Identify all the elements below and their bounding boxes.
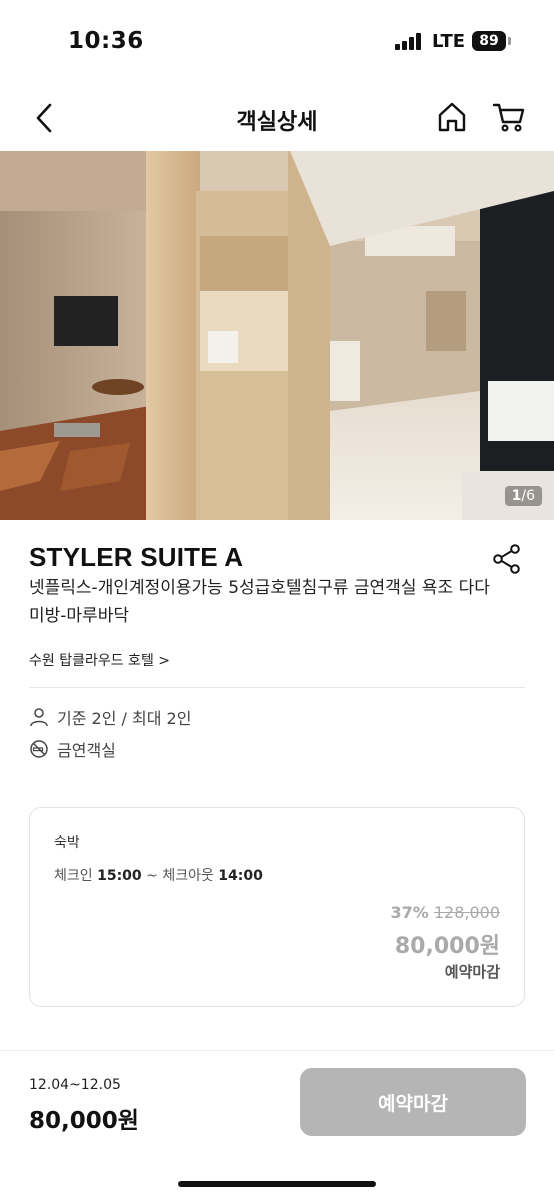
status-time: 10:36	[68, 28, 144, 54]
hotel-link[interactable]: 수원 탑클라우드 호텔 >	[29, 650, 170, 670]
gallery-counter: 1/6	[504, 486, 542, 506]
room-name: STYLER SUITE A	[29, 542, 244, 572]
stay-type: 숙박	[54, 835, 80, 851]
person-icon	[30, 708, 48, 727]
room-photo-gallery[interactable]: 1/6	[0, 151, 554, 520]
discount-row: 37% 128,000	[390, 903, 500, 922]
bottom-booking-bar: 12.04~12.05 80,000원 예약마감	[0, 1050, 554, 1200]
room-photo	[0, 151, 554, 520]
booking-status: 예약마감	[444, 963, 500, 981]
capacity-row: 기준 2인 / 최대 2인	[29, 705, 191, 729]
reserve-button[interactable]: 예약마감	[300, 1068, 526, 1136]
room-description: 넷플릭스-개인계정이용가능 5성급호텔침구류 금연객실 욕조 다다미방-마루바닥	[29, 578, 490, 626]
checkin-checkout-times: 체크인 15:00 ~ 체크아웃 14:00	[54, 868, 263, 884]
cart-icon[interactable]	[492, 100, 526, 134]
original-price: 128,000	[433, 903, 500, 922]
home-indicator	[178, 1181, 376, 1187]
signal-icon	[395, 33, 423, 50]
status-bar: 10:36 LTE 89	[0, 0, 554, 80]
share-icon[interactable]	[492, 543, 522, 575]
network-label: LTE	[432, 31, 466, 52]
divider	[29, 687, 525, 688]
no-smoking-text: 금연객실	[57, 741, 116, 760]
stay-option-card[interactable]: 숙박 체크인 15:00 ~ 체크아웃 14:00 37% 128,000 80…	[29, 807, 525, 1007]
total-price: 80,000원	[29, 1108, 139, 1134]
page-title: 객실상세	[236, 110, 318, 135]
stay-price: 80,000원	[394, 934, 500, 959]
stay-dates: 12.04~12.05	[29, 1077, 121, 1093]
no-smoking-icon	[30, 740, 48, 758]
capacity-text: 기준 2인 / 최대 2인	[57, 709, 192, 728]
top-nav: 객실상세	[0, 90, 554, 146]
no-smoking-row: 금연객실	[29, 737, 116, 761]
battery-nub	[508, 37, 511, 45]
battery-icon: 89	[472, 31, 506, 51]
discount-rate: 37%	[390, 903, 429, 922]
home-icon[interactable]	[436, 100, 468, 134]
